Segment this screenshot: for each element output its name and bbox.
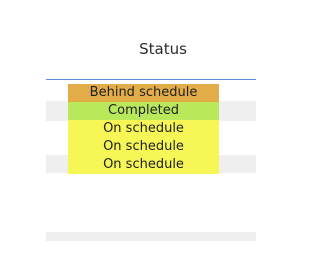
status-column-title[interactable]: Status — [68, 40, 258, 58]
status-cell-on-schedule[interactable]: On schedule — [68, 156, 219, 174]
status-cell-on-schedule[interactable]: On schedule — [68, 138, 219, 156]
status-cell-on-schedule[interactable]: On schedule — [68, 120, 219, 138]
column-header[interactable]: Status — [0, 0, 256, 79]
status-cell-completed[interactable]: Completed — [68, 102, 219, 120]
table-row-stripe — [46, 232, 256, 241]
status-cell-behind[interactable]: Behind schedule — [68, 84, 219, 102]
header-divider — [46, 79, 256, 80]
